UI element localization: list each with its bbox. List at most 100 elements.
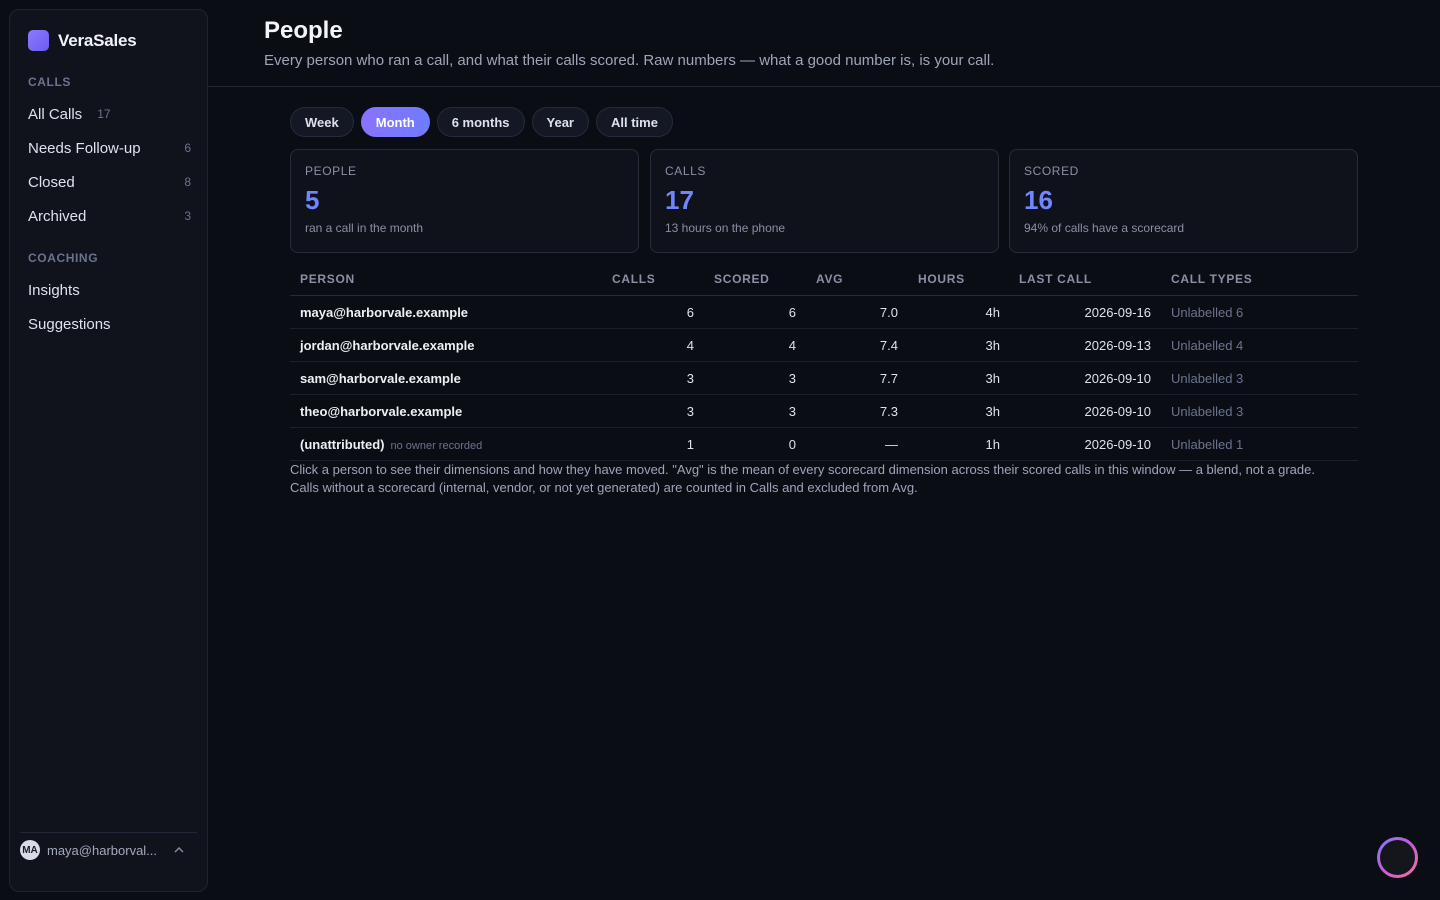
sidebar-item-needs-follow-up[interactable]: Needs Follow-up 6 <box>16 133 202 163</box>
cell-calls: 3 <box>686 371 694 386</box>
sidebar-item-count: 17 <box>97 107 111 121</box>
user-email: maya@harborval... <box>47 842 158 858</box>
assistant-orb-button[interactable] <box>1377 837 1418 878</box>
assistant-orb-icon <box>1380 840 1415 875</box>
brand-logo-icon <box>28 30 49 51</box>
brand-name: VeraSales <box>58 30 137 50</box>
cell-last-call: 2026-09-13 <box>1084 338 1152 353</box>
cell-last-call: 2026-09-10 <box>1084 371 1152 386</box>
table-footnote: Click a person to see their dimensions a… <box>290 462 1315 495</box>
stat-card-calls: CALLS 17 13 hours on the phone <box>650 149 999 253</box>
cell-call-types: Unlabelled 3 <box>1171 371 1244 386</box>
cell-avg: 7.0 <box>879 305 898 320</box>
cell-calls: 1 <box>686 437 694 452</box>
table-row[interactable]: (unattributed) no owner recorded 1 0 — 1h… <box>290 428 1358 461</box>
brand[interactable]: VeraSales <box>28 30 137 51</box>
cell-call-types: Unlabelled 3 <box>1171 404 1244 419</box>
column-header-calls[interactable]: CALLS <box>612 272 656 286</box>
chevron-up-icon <box>174 844 184 856</box>
sidebar-item-label: Archived <box>28 207 87 225</box>
column-header-person[interactable]: PERSON <box>300 272 355 286</box>
column-header-call-types[interactable]: CALL TYPES <box>1171 272 1252 286</box>
sidebar-item-label: Needs Follow-up <box>28 139 141 157</box>
period-tabs: Week Month 6 months Year All time <box>290 107 673 137</box>
sidebar-item-all-calls[interactable]: All Calls 17 <box>16 99 202 129</box>
sidebar-item-suggestions[interactable]: Suggestions <box>16 309 202 339</box>
cell-last-call: 2026-09-10 <box>1084 437 1152 452</box>
table-header: PERSON CALLS SCORED AVG HOURS LAST CALL … <box>290 264 1358 296</box>
sidebar-item-closed[interactable]: Closed 8 <box>16 167 202 197</box>
cell-calls: 6 <box>686 305 694 320</box>
cell-call-types: Unlabelled 1 <box>1171 437 1244 452</box>
cell-person-note: no owner recorded <box>390 440 483 452</box>
cell-person: sam@harborvale.example <box>300 371 461 386</box>
stat-label: PEOPLE <box>305 164 357 178</box>
cell-hours: 3h <box>985 338 1000 353</box>
stat-label: SCORED <box>1024 164 1079 178</box>
stat-value: 17 <box>665 185 694 215</box>
cell-hours: 1h <box>985 437 1000 452</box>
table-row[interactable]: jordan@harborvale.example 4 4 7.4 3h 202… <box>290 329 1358 362</box>
cell-person: jordan@harborvale.example <box>300 338 475 353</box>
section-label-calls: CALLS <box>28 75 71 89</box>
column-header-hours[interactable]: HOURS <box>918 272 965 286</box>
stat-value: 16 <box>1024 185 1053 215</box>
cell-avg: 7.3 <box>879 404 898 419</box>
sidebar-item-archived[interactable]: Archived 3 <box>16 201 202 231</box>
section-label-coaching: COACHING <box>28 251 99 265</box>
sidebar: VeraSales CALLS All Calls 17 Needs Follo… <box>9 9 208 892</box>
cell-hours: 3h <box>985 404 1000 419</box>
stat-sub: 94% of calls have a scorecard <box>1024 221 1185 235</box>
stat-label: CALLS <box>665 164 707 178</box>
tab-month[interactable]: Month <box>360 107 430 137</box>
stat-sub: 13 hours on the phone <box>665 221 786 235</box>
people-table: PERSON CALLS SCORED AVG HOURS LAST CALL … <box>290 264 1358 461</box>
column-header-last-call[interactable]: LAST CALL <box>1019 272 1092 286</box>
tab-week[interactable]: Week <box>290 107 354 137</box>
cell-scored: 4 <box>788 338 796 353</box>
table-row[interactable]: theo@harborvale.example 3 3 7.3 3h 2026-… <box>290 395 1358 428</box>
cell-scored: 3 <box>788 371 796 386</box>
column-header-scored[interactable]: SCORED <box>714 272 770 286</box>
table-row[interactable]: sam@harborvale.example 3 3 7.7 3h 2026-0… <box>290 362 1358 395</box>
sidebar-item-count: 3 <box>184 209 191 223</box>
stat-sub: ran a call in the month <box>305 221 424 235</box>
cell-last-call: 2026-09-10 <box>1084 404 1152 419</box>
cell-call-types: Unlabelled 6 <box>1171 305 1244 320</box>
column-header-avg[interactable]: AVG <box>816 272 843 286</box>
cell-calls: 4 <box>686 338 694 353</box>
cell-scored: 6 <box>788 305 796 320</box>
sidebar-item-label: All Calls <box>28 105 83 123</box>
cell-scored: 0 <box>788 437 796 452</box>
tab-all-time[interactable]: All time <box>596 107 673 137</box>
table-row[interactable]: maya@harborvale.example 6 6 7.0 4h 2026-… <box>290 296 1358 329</box>
cell-avg: 7.7 <box>879 371 898 386</box>
cell-person: theo@harborvale.example <box>300 404 463 419</box>
tab-year[interactable]: Year <box>531 107 589 137</box>
user-menu[interactable]: MA maya@harborval... <box>20 838 184 862</box>
page-title: People <box>264 17 343 44</box>
cell-avg: 7.4 <box>879 338 898 353</box>
sidebar-item-label: Insights <box>28 281 80 299</box>
cell-calls: 3 <box>686 404 694 419</box>
stat-card-scored: SCORED 16 94% of calls have a scorecard <box>1009 149 1358 253</box>
cell-call-types: Unlabelled 4 <box>1171 338 1244 353</box>
cell-last-call: 2026-09-16 <box>1084 305 1152 320</box>
cell-hours: 3h <box>985 371 1000 386</box>
cell-scored: 3 <box>788 404 796 419</box>
sidebar-footer-divider <box>20 832 197 833</box>
cell-person: maya@harborvale.example <box>300 305 469 320</box>
page-header: People Every person who ran a call, and … <box>208 0 1440 87</box>
stat-value: 5 <box>305 185 320 215</box>
page-subtitle: Every person who ran a call, and what th… <box>264 52 995 69</box>
sidebar-item-insights[interactable]: Insights <box>16 275 202 305</box>
tab-6-months[interactable]: 6 months <box>436 107 525 137</box>
cell-person: (unattributed) no owner recorded <box>300 437 483 452</box>
cell-hours: 4h <box>985 305 1000 320</box>
sidebar-item-label: Suggestions <box>28 315 111 333</box>
sidebar-item-label: Closed <box>28 173 75 191</box>
avatar: MA <box>20 840 40 860</box>
sidebar-item-count: 8 <box>184 175 191 189</box>
cell-avg: — <box>885 437 898 452</box>
sidebar-item-count: 6 <box>184 141 191 155</box>
